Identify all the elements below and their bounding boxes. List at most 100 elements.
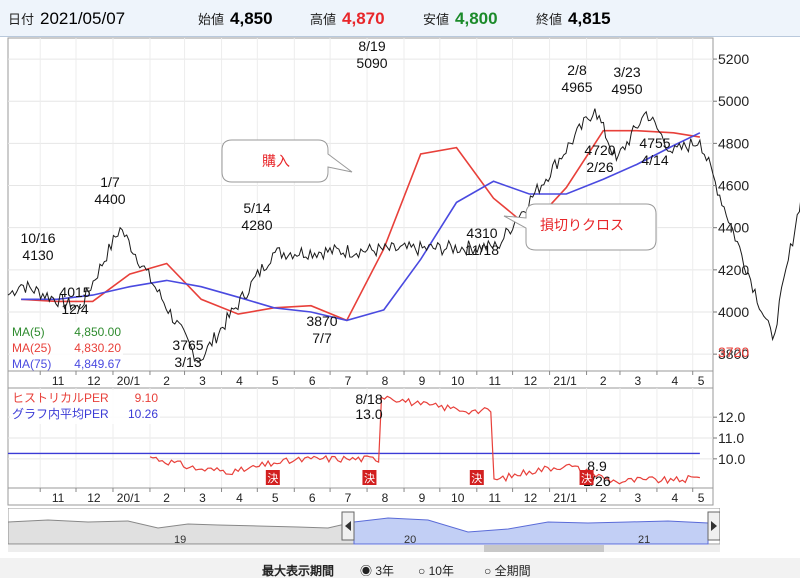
main-y-axis: 52005000480046004400420040003800 [713, 51, 749, 362]
period-selector: 最大表示期間 ◉ 3年 ○ 10年 ○ 全期間 [0, 558, 800, 578]
annotation-date: 2/26 [586, 159, 613, 175]
per-y-tick-label: 12.0 [718, 409, 745, 425]
annotation-value: 4755 [639, 135, 670, 151]
settlement-marker-label: 決 [471, 472, 482, 485]
per-annotation-value: 13.0 [355, 406, 382, 422]
navigator-label-2020: 20 [404, 534, 416, 546]
per-legend: ヒストリカルPER 9.10 グラフ内平均PER 10.26 [10, 390, 160, 424]
x-tick-label: 2 [163, 374, 170, 388]
annotation-date: 10/16 [20, 230, 55, 246]
x-tick-label: 3 [199, 374, 206, 388]
period-option-10y[interactable]: ○ 10年 [418, 562, 454, 579]
y-low-label: 3720 [718, 344, 749, 360]
period-option-3y[interactable]: ◉ 3年 [360, 562, 394, 579]
per-y-tick-label: 11.0 [718, 430, 744, 446]
y-tick-label: 4400 [718, 220, 749, 236]
x-tick-label: 5 [698, 491, 705, 505]
y-tick-label: 5200 [718, 51, 749, 67]
stop-loss-cross-label: 損切りクロス [540, 217, 624, 233]
annotation-value: 4950 [611, 81, 642, 97]
x-tick-label: 11 [488, 374, 501, 388]
annotation-date: 2/8 [567, 62, 587, 78]
x-tick-label: 20/1 [117, 491, 141, 505]
y-tick-label: 4200 [718, 262, 749, 278]
annotation-date: 1/7 [100, 174, 120, 190]
x-tick-label: 21/1 [553, 374, 577, 388]
y-tick-label: 5000 [718, 93, 749, 109]
x-tick-label: 21/1 [553, 491, 577, 505]
x-tick-label: 8 [382, 491, 389, 505]
annotation-date: 8/19 [358, 38, 385, 54]
main-x-axis-strip [7, 370, 714, 389]
y-tick-label: 4000 [718, 304, 749, 320]
stock-chart[interactable]: 52005000480046004400420040003800 3720 11… [0, 0, 800, 508]
x-tick-label: 7 [345, 491, 352, 505]
ma-legend-label: MA(5) [12, 325, 45, 339]
x-tick-label: 12 [87, 491, 101, 505]
annotation-date: 11/18 [465, 242, 499, 258]
x-tick-label: 2 [600, 491, 607, 505]
x-tick-label: 4 [236, 374, 243, 388]
annotation-date: 12/4 [61, 301, 88, 317]
x-tick-label: 12 [524, 491, 538, 505]
ma-legend-value: 4,830.20 [74, 341, 121, 355]
annotation-value: 4015 [59, 284, 90, 300]
y-tick-label: 4600 [718, 178, 749, 194]
chart-window: 日付 2021/05/07 始値 4,850 高値 4,870 安値 4,800 終値 4… [0, 0, 800, 578]
x-tick-label: 10 [451, 374, 465, 388]
settlement-marker-label: 決 [364, 472, 375, 485]
x-tick-label: 9 [419, 491, 426, 505]
per-legend-label: グラフ内平均PER [12, 407, 109, 421]
x-tick-label: 4 [671, 491, 678, 505]
x-tick-label: 7 [345, 374, 352, 388]
annotation-value: 4280 [241, 217, 272, 233]
settlement-marker-label: 決 [267, 472, 278, 485]
x-tick-label: 2 [600, 374, 607, 388]
x-tick-label: 3 [635, 374, 642, 388]
x-tick-label: 5 [272, 491, 279, 505]
per-y-tick-label: 10.0 [718, 451, 745, 467]
x-tick-label: 2 [163, 491, 170, 505]
annotation-value: 4965 [561, 79, 592, 95]
annotation-date: 3/23 [613, 64, 640, 80]
per-legend-value: 10.26 [128, 407, 158, 421]
x-tick-label: 9 [419, 374, 426, 388]
annotation-date: 5/14 [243, 200, 270, 216]
annotation-value: 4130 [22, 247, 53, 263]
x-tick-label: 20/1 [117, 374, 141, 388]
per-y-axis: 12.0 11.0 10.0 [713, 409, 745, 467]
stop-loss-cross-callout: 損切りクロス [503, 203, 657, 251]
x-tick-label: 11 [52, 491, 65, 505]
x-tick-label: 8 [382, 374, 389, 388]
annotation-value: 4400 [94, 191, 125, 207]
annotation-date: 4/14 [641, 152, 668, 168]
annotation-value: 3765 [172, 337, 203, 353]
annotation-value: 5090 [356, 55, 387, 71]
x-tick-label: 12 [87, 374, 101, 388]
per-legend-value: 9.10 [135, 391, 159, 405]
per-legend-label: ヒストリカルPER [12, 391, 109, 405]
ma-legend-label: MA(25) [12, 341, 51, 355]
period-label: 最大表示期間 [262, 564, 335, 578]
ma-legend-value: 4,849.67 [74, 357, 121, 371]
x-tick-label: 10 [451, 491, 465, 505]
x-tick-label: 4 [236, 491, 243, 505]
annotation-value: 4720 [584, 142, 615, 158]
navigator-scrollbar-thumb[interactable] [484, 545, 604, 552]
period-option-all[interactable]: ○ 全期間 [484, 562, 531, 579]
buy-callout-label: 購入 [262, 153, 290, 169]
x-tick-label: 3 [199, 491, 206, 505]
x-tick-label: 3 [635, 491, 642, 505]
per-x-axis-strip [7, 487, 714, 506]
ma-legend-label: MA(75) [12, 357, 51, 371]
x-tick-label: 5 [698, 374, 705, 388]
range-navigator[interactable]: 19 20 21 [8, 508, 720, 552]
annotation-date: 3/13 [174, 354, 201, 370]
ma-legend-value: 4,850.00 [74, 325, 121, 339]
navigator-scrollbar-track[interactable] [8, 545, 720, 552]
x-tick-label: 6 [309, 491, 316, 505]
x-tick-label: 11 [52, 374, 65, 388]
settlement-marker-label: 決 [581, 472, 592, 485]
annotation-date: 7/7 [312, 330, 332, 346]
annotation-value: 3870 [306, 313, 337, 329]
